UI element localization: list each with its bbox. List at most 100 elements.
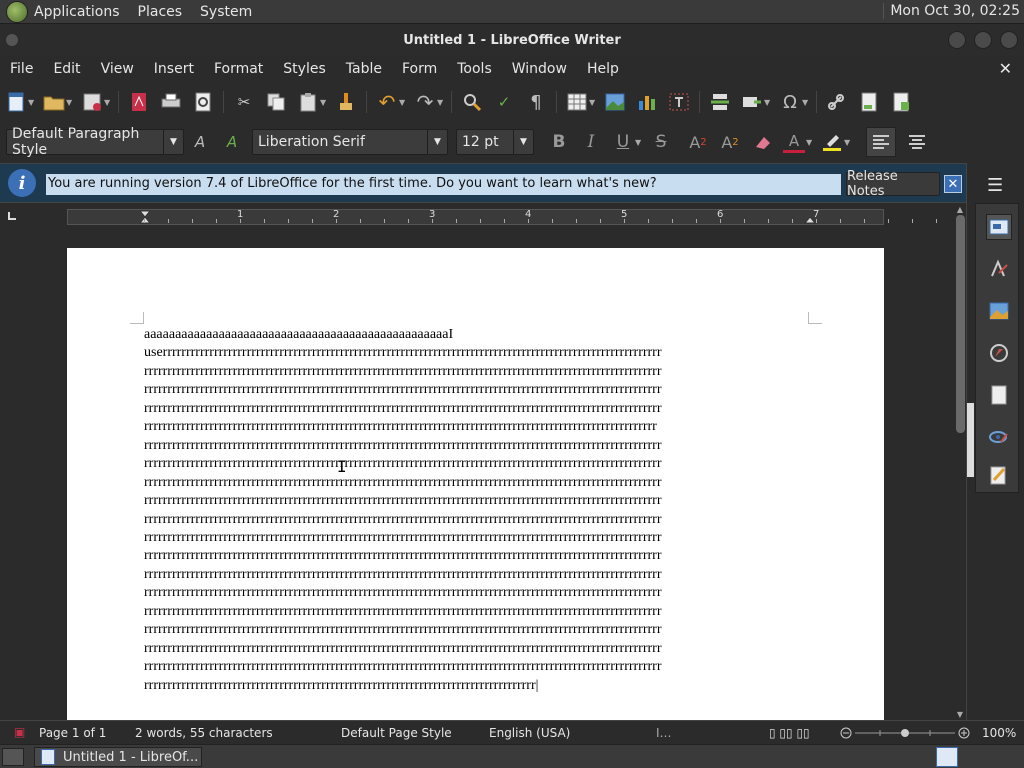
menu-format[interactable]: Format [214, 61, 263, 77]
undo-icon[interactable]: ↶ [376, 90, 398, 114]
insert-table-icon[interactable] [566, 91, 588, 113]
zoom-level[interactable]: 100% [982, 726, 1016, 740]
paragraph-style-combo[interactable]: Default Paragraph Style ▼ [6, 126, 184, 158]
undo-dropdown-icon[interactable]: ▼ [399, 98, 407, 107]
highlight-color-icon[interactable] [821, 131, 843, 153]
menu-insert[interactable]: Insert [154, 61, 194, 77]
document-line[interactable]: rrrrrrrrrrrrrrrrrrrrrrrrrrrrrrrrrrrrrrrr… [144, 400, 809, 418]
underline-dropdown-icon[interactable]: ▼ [635, 138, 643, 147]
document-line[interactable]: rrrrrrrrrrrrrrrrrrrrrrrrrrrrrrrrrrrrrrrr… [144, 566, 809, 584]
document-line[interactable]: rrrrrrrrrrrrrrrrrrrrrrrrrrrrrrrrrrrrrrrr… [144, 418, 809, 436]
chevron-down-icon[interactable]: ▼ [513, 130, 533, 154]
document-line[interactable]: rrrrrrrrrrrrrrrrrrrrrrrrrrrrrrrrrrrrrrrr… [144, 363, 809, 381]
underline-icon[interactable]: U [612, 131, 634, 153]
copy-icon[interactable] [265, 91, 287, 113]
document-line[interactable]: rrrrrrrrrrrrrrrrrrrrrrrrrrrrrrrrrrrrrrrr… [144, 621, 809, 639]
scroll-up-icon[interactable]: ▲ [954, 205, 966, 215]
menu-form[interactable]: Form [402, 61, 437, 77]
release-notes-button[interactable]: Release Notes [846, 169, 940, 199]
distro-logo-icon[interactable] [6, 0, 28, 23]
paste-icon[interactable] [297, 91, 319, 113]
clear-formatting-icon[interactable] [751, 131, 773, 153]
superscript-icon[interactable]: A2 [687, 131, 709, 153]
new-document-icon[interactable] [5, 91, 27, 113]
insert-page-break-icon[interactable] [709, 91, 731, 113]
text-language[interactable]: English (USA) [489, 726, 570, 740]
close-window-button[interactable] [1000, 31, 1018, 49]
show-desktop-icon[interactable] [2, 748, 24, 766]
document-line[interactable]: rrrrrrrrrrrrrrrrrrrrrrrrrrrrrrrrrrrrrrrr… [144, 492, 809, 510]
close-infobar-icon[interactable]: ✕ [944, 175, 962, 193]
redo-icon[interactable]: ↷ [414, 90, 436, 114]
field-dropdown-icon[interactable]: ▼ [764, 98, 772, 107]
menu-view[interactable]: View [101, 61, 134, 77]
new-style-icon[interactable]: A [221, 131, 243, 153]
tab-stop-selector-icon[interactable] [8, 212, 16, 220]
paste-dropdown-icon[interactable]: ▼ [320, 98, 328, 107]
bold-icon[interactable]: B [548, 131, 570, 153]
highlight-dropdown-icon[interactable]: ▼ [844, 138, 852, 147]
document-line[interactable]: aaaaaaaaaaaaaaaaaaaaaaaaaaaaaaaaaaaaaaaa… [144, 326, 809, 344]
document-line[interactable]: rrrrrrrrrrrrrrrrrrrrrrrrrrrrrrrrrrrrrrrr… [144, 677, 809, 695]
insert-footnote-icon[interactable] [858, 91, 880, 113]
special-character-icon[interactable]: Ω [779, 91, 801, 113]
maximize-button[interactable] [974, 31, 992, 49]
menu-file[interactable]: File [10, 61, 33, 77]
font-color-dropdown-icon[interactable]: ▼ [806, 138, 814, 147]
menu-help[interactable]: Help [587, 61, 619, 77]
design-icon[interactable] [986, 462, 1012, 488]
document-line[interactable]: rrrrrrrrrrrrrrrrrrrrrrrrrrrrrrrrrrrrrrrr… [144, 658, 809, 676]
window-menu-icon[interactable] [6, 34, 18, 46]
cut-icon[interactable]: ✂ [233, 91, 255, 113]
find-replace-icon[interactable] [461, 91, 483, 113]
minimize-button[interactable] [948, 31, 966, 49]
zoom-slider[interactable] [840, 726, 975, 740]
document-line[interactable]: rrrrrrrrrrrrrrrrrrrrrrrrrrrrrrrrrrrrrrrr… [144, 584, 809, 602]
page-count[interactable]: Page 1 of 1 [39, 726, 106, 740]
word-count[interactable]: 2 words, 55 characters [135, 726, 273, 740]
scroll-down-icon[interactable]: ▼ [954, 710, 966, 720]
document-line[interactable]: rrrrrrrrrrrrrrrrrrrrrrrrrrrrrrrrrrrrrrrr… [144, 511, 809, 529]
gallery-icon[interactable] [986, 298, 1012, 324]
insert-text-box-icon[interactable] [668, 91, 690, 113]
menu-table[interactable]: Table [346, 61, 382, 77]
panel-clock[interactable]: Mon Oct 30, 02:25 [883, 3, 1020, 19]
document-line[interactable]: rrrrrrrrrrrrrrrrrrrrrrrrrrrrrrrrrrrrrrrr… [144, 640, 809, 658]
vertical-scrollbar[interactable]: ▲ ▼ [954, 205, 966, 720]
clone-formatting-icon[interactable] [335, 91, 357, 113]
panel-menu-places[interactable]: Places [138, 4, 183, 20]
insert-field-icon[interactable] [741, 91, 763, 113]
view-layout-icons[interactable]: ▯ ▯▯ ▯▯ [769, 726, 810, 740]
document-canvas[interactable]: aaaaaaaaaaaaaaaaaaaaaaaaaaaaaaaaaaaaaaaa… [0, 229, 954, 720]
export-pdf-icon[interactable] [128, 91, 150, 113]
align-center-icon[interactable] [906, 131, 928, 153]
taskbar-window-button[interactable]: Untitled 1 - LibreOf... [34, 747, 202, 767]
open-folder-icon[interactable] [43, 91, 65, 113]
font-color-icon[interactable]: A [783, 131, 805, 153]
window-titlebar[interactable]: Untitled 1 - LibreOffice Writer [0, 24, 1024, 56]
manage-changes-icon[interactable] [986, 424, 1012, 450]
document-text[interactable]: aaaaaaaaaaaaaaaaaaaaaaaaaaaaaaaaaaaaaaaa… [144, 326, 809, 695]
document-line[interactable]: rrrrrrrrrrrrrrrrrrrrrrrrrrrrrrrrrrrrrrrr… [144, 529, 809, 547]
insert-image-icon[interactable] [604, 91, 626, 113]
save-icon[interactable] [81, 91, 103, 113]
document-line[interactable]: rrrrrrrrrrrrrrrrrrrrrrrrrrrrrrrrrrrrrrrr… [144, 547, 809, 565]
font-size-combo[interactable]: 12 pt ▼ [456, 129, 534, 155]
styles-icon[interactable] [986, 256, 1012, 282]
document-line[interactable]: rrrrrrrrrrrrrrrrrrrrrrrrrrrrrrrrrrrrrrrr… [144, 437, 809, 455]
align-left-icon[interactable] [866, 127, 896, 157]
spelling-icon[interactable]: ✓ [493, 91, 515, 113]
menu-tools[interactable]: Tools [457, 61, 492, 77]
panel-menu-applications[interactable]: Applications [34, 4, 120, 20]
document-line[interactable]: userrrrrrrrrrrrrrrrrrrrrrrrrrrrrrrrrrrrr… [144, 344, 809, 362]
document-line[interactable]: rrrrrrrrrrrrrrrrrrrrrrrrrrrrrrrrrrrrrrrr… [144, 381, 809, 399]
new-dropdown-icon[interactable]: ▼ [28, 98, 36, 107]
document-line[interactable]: rrrrrrrrrrrrrrrrrrrrrrrrrrrrrrrrrrrrrrrr… [144, 455, 809, 473]
chevron-down-icon[interactable]: ▼ [427, 130, 447, 154]
close-document-icon[interactable]: ✕ [999, 59, 1012, 78]
tray-writer-icon[interactable] [936, 747, 958, 767]
print-icon[interactable] [160, 91, 182, 113]
strikethrough-icon[interactable]: S [650, 131, 672, 153]
document-page[interactable]: aaaaaaaaaaaaaaaaaaaaaaaaaaaaaaaaaaaaaaaa… [67, 248, 884, 720]
special-character-dropdown-icon[interactable]: ▼ [802, 98, 810, 107]
